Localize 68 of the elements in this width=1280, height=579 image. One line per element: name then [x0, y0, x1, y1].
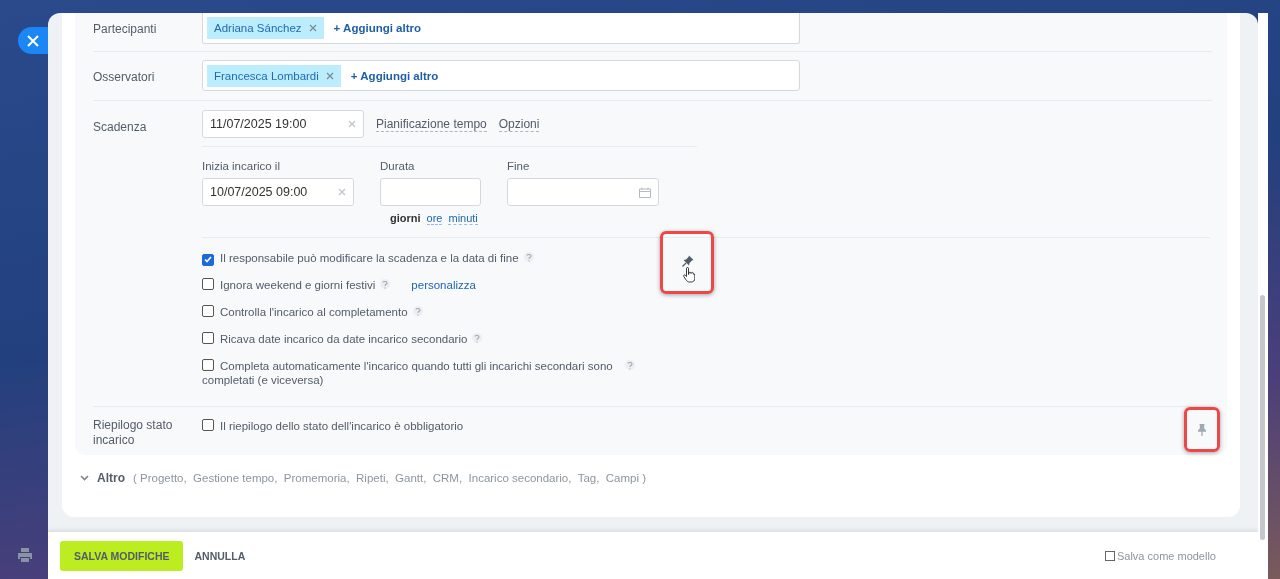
- unit-link[interactable]: minuti: [448, 212, 478, 225]
- clear-icon[interactable]: [338, 188, 346, 196]
- field-label: Inizia incarico il: [202, 159, 281, 173]
- help-icon[interactable]: [472, 333, 483, 343]
- checkbox-label[interactable]: Ricava date incarico da date incarico secondario: [202, 332, 468, 346]
- question-icon: [382, 279, 389, 289]
- checkbox[interactable]: [202, 278, 214, 290]
- checkbox[interactable]: [1104, 550, 1115, 561]
- person-tag[interactable]: Francesca Lombardi: [207, 64, 341, 87]
- hand-cursor-icon: [683, 267, 695, 283]
- input-field[interactable]: 10/07/2025 09:00: [202, 178, 354, 206]
- add-link[interactable]: + Aggiungi altro: [333, 22, 421, 34]
- help-icon[interactable]: [412, 306, 423, 316]
- date-field[interactable]: 11/07/2025 19:00: [202, 110, 364, 138]
- calendar-icon[interactable]: [639, 186, 651, 198]
- help-icon[interactable]: [625, 360, 635, 370]
- unit-link[interactable]: ore: [426, 212, 443, 225]
- field-label: Fine: [507, 159, 531, 173]
- customize-link[interactable]: personalizza: [411, 278, 476, 292]
- person-name: Adriana Sánchez: [214, 22, 302, 34]
- checkbox[interactable]: [202, 359, 214, 371]
- question-icon: [525, 252, 532, 262]
- input-field[interactable]: [507, 178, 659, 206]
- printer-icon[interactable]: [18, 548, 32, 562]
- checkbox[interactable]: [202, 305, 214, 317]
- more-toggle[interactable]: Altro: [80, 471, 125, 485]
- input-field[interactable]: [380, 178, 481, 206]
- chevron-down-icon: [80, 475, 89, 481]
- checkbox[interactable]: [202, 253, 214, 266]
- checkbox-label[interactable]: Ignora weekend e giorni festivi: [202, 278, 376, 292]
- field-label: Riepilogo stato incarico: [93, 418, 174, 449]
- date-value: 10/07/2025 09:00: [210, 185, 308, 199]
- checkbox-label[interactable]: Il riepilogo dello stato dell'incarico è obbligatorio: [202, 414, 464, 432]
- close-icon: [27, 34, 39, 47]
- checkbox-label[interactable]: Controlla l'incarico al completamento: [202, 305, 408, 319]
- person-name: Francesca Lombardi: [214, 69, 319, 82]
- question-icon: [474, 333, 481, 343]
- section-list: ( Progetto, Gestione tempo, Promemoria, Ripeti, Gantt, CRM, Incarico secondario, Tag, Campi ): [133, 472, 647, 484]
- help-icon[interactable]: [380, 279, 391, 289]
- person-tag[interactable]: Adriana Sánchez: [207, 17, 324, 39]
- field-label: Durata: [380, 159, 416, 173]
- check-icon: [204, 256, 212, 263]
- field-label: Osservatori: [93, 69, 156, 86]
- checkbox[interactable]: [202, 419, 214, 431]
- close-button[interactable]: [18, 27, 48, 54]
- option-link[interactable]: Opzioni: [498, 116, 540, 132]
- pin-icon[interactable]: [682, 255, 694, 267]
- checkbox[interactable]: [202, 332, 214, 344]
- people-field[interactable]: Adriana Sánchez + Aggiungi altro: [202, 13, 800, 44]
- cancel-button[interactable]: ANNULLA: [192, 549, 248, 562]
- question-icon: [627, 360, 633, 370]
- help-icon[interactable]: [523, 252, 534, 262]
- checkbox-label[interactable]: Il responsabile può modificare la scadenza e la data di fine: [202, 251, 519, 266]
- unit-link[interactable]: giorni: [390, 212, 421, 225]
- section-title: Altro: [97, 471, 125, 485]
- field-label: Partecipanti: [93, 21, 158, 38]
- clear-icon[interactable]: [308, 24, 317, 32]
- scrollbar-thumb[interactable]: [1260, 295, 1265, 540]
- question-icon: [414, 306, 421, 316]
- date-value: 11/07/2025 19:00: [210, 117, 307, 131]
- save-button[interactable]: SALVA MODIFICHE: [60, 540, 184, 571]
- people-field[interactable]: Francesca Lombardi + Aggiungi altro: [202, 60, 800, 91]
- option-link[interactable]: Pianificazione tempo: [376, 116, 487, 132]
- clear-icon[interactable]: [325, 71, 334, 80]
- clear-icon[interactable]: [348, 120, 356, 128]
- add-link[interactable]: + Aggiungi altro: [350, 69, 439, 82]
- checkbox-label[interactable]: Completa automaticamente l'incarico quando tutti gli incarichi secondari sono completati (e viceversa): [202, 359, 620, 387]
- field-label: Scadenza: [93, 119, 148, 136]
